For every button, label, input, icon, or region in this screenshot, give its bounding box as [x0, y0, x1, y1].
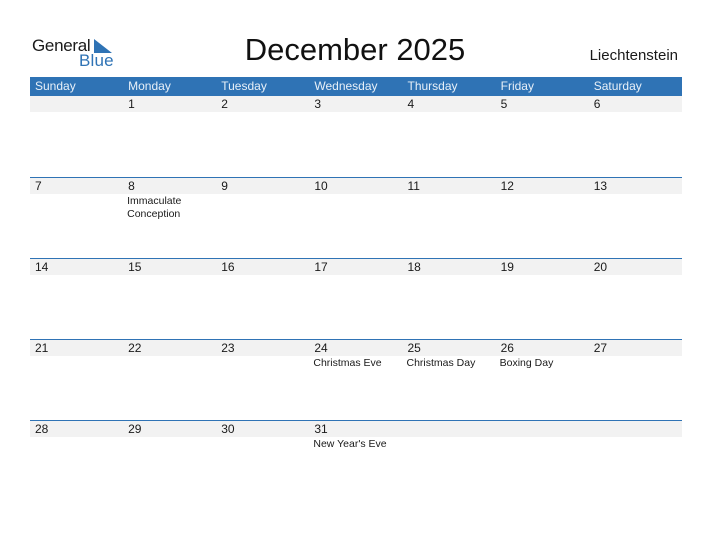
- day-number: [496, 421, 589, 437]
- day-number: 21: [35, 341, 49, 355]
- holiday-label: [403, 194, 496, 221]
- holiday-label: [123, 356, 216, 370]
- weekday-sunday: Sunday: [35, 79, 76, 93]
- day-number: 23: [221, 341, 235, 355]
- day-number: 30: [221, 422, 235, 436]
- day-number: 14: [35, 260, 49, 274]
- country-label: Liechtenstein: [589, 47, 678, 64]
- day-number: 25: [407, 341, 421, 355]
- holiday-label: [30, 112, 123, 113]
- weekday-friday: Friday: [500, 79, 534, 93]
- holiday-label: [216, 437, 309, 451]
- holiday-label: [589, 275, 682, 276]
- holiday-label: Christmas Eve: [313, 357, 382, 369]
- day-number: 7: [35, 179, 42, 193]
- week-row: 21 22 23 24 25 26 27 Christmas Eve Christmas Day…: [30, 339, 682, 420]
- day-number: 2: [221, 97, 228, 111]
- date-strip: 1 2 3 4 5 6: [30, 96, 682, 112]
- day-number: [30, 96, 123, 112]
- holiday-label: Immaculate Conception: [127, 195, 182, 220]
- day-number: 26: [500, 341, 514, 355]
- event-strip: New Year's Eve: [30, 437, 682, 451]
- holiday-label: [496, 437, 589, 451]
- weekday-saturday: Saturday: [593, 79, 642, 93]
- day-number: 15: [128, 260, 142, 274]
- holiday-label: [30, 437, 123, 451]
- date-strip: 21 22 23 24 25 26 27: [30, 340, 682, 356]
- date-strip: 14 15 16 17 18 19 20: [30, 259, 682, 275]
- day-number: 28: [35, 422, 49, 436]
- holiday-label: [216, 356, 309, 370]
- date-strip: 7 8 9 10 11 12 13: [30, 178, 682, 194]
- weeks-container: 1 2 3 4 5 6 7 8 9 10 11 12 13 Immaculate Conception 14…: [30, 96, 682, 501]
- day-number: 29: [128, 422, 142, 436]
- holiday-label: Christmas Day: [406, 357, 476, 369]
- event-strip: Immaculate Conception: [30, 194, 682, 221]
- holiday-label: [496, 275, 589, 276]
- holiday-label: [30, 275, 123, 276]
- holiday-label: [403, 275, 496, 276]
- holiday-label: Boxing Day: [499, 357, 554, 369]
- day-number: 13: [593, 179, 608, 193]
- holiday-label: [216, 112, 309, 113]
- holiday-label: [496, 112, 589, 113]
- holiday-label: [589, 194, 682, 221]
- day-number: 19: [500, 260, 514, 274]
- day-number: 24: [314, 341, 328, 355]
- week-row: 14 15 16 17 18 19 20: [30, 258, 682, 339]
- holiday-label: [403, 437, 496, 451]
- holiday-label: [589, 112, 682, 113]
- month-year: December 2025: [244, 32, 466, 67]
- day-number: [403, 421, 496, 437]
- weekday-monday: Monday: [128, 79, 171, 93]
- calendar-grid: Sunday Monday Tuesday Wednesday Thursday…: [30, 77, 682, 501]
- holiday-label: [30, 356, 123, 370]
- day-number: 20: [593, 260, 608, 274]
- holiday-label: [309, 194, 402, 221]
- day-number: 27: [593, 341, 608, 355]
- weekday-tuesday: Tuesday: [221, 79, 267, 93]
- weekday-header: Sunday Monday Tuesday Wednesday Thursday…: [30, 77, 682, 96]
- day-number: 12: [500, 179, 514, 193]
- day-number: 9: [221, 179, 228, 193]
- event-strip: [30, 275, 682, 276]
- holiday-label: [309, 275, 402, 276]
- holiday-label: New Year's Eve: [313, 438, 387, 450]
- week-row: 1 2 3 4 5 6: [30, 96, 682, 177]
- day-number: 8: [128, 179, 135, 193]
- holiday-label: [216, 275, 309, 276]
- holiday-label: [589, 356, 682, 370]
- weekday-thursday: Thursday: [407, 79, 458, 93]
- date-strip: 28 29 30 31: [30, 421, 682, 437]
- day-number: 11: [407, 179, 420, 193]
- day-number: 10: [314, 179, 328, 193]
- day-number: 16: [221, 260, 235, 274]
- day-number: 17: [314, 260, 328, 274]
- day-number: 18: [407, 260, 421, 274]
- event-strip: [30, 112, 682, 113]
- holiday-label: [589, 437, 682, 451]
- day-number: 6: [593, 97, 601, 111]
- weekday-wednesday: Wednesday: [314, 79, 378, 93]
- day-number: 5: [500, 97, 508, 111]
- day-number: 1: [128, 97, 135, 111]
- event-strip: Christmas Eve Christmas Day Boxing Day: [30, 356, 682, 370]
- day-number: 4: [407, 97, 415, 111]
- week-row: 7 8 9 10 11 12 13 Immaculate Conception: [30, 177, 682, 258]
- holiday-label: [403, 112, 496, 113]
- holiday-label: [216, 194, 309, 221]
- holiday-label: [123, 437, 216, 451]
- holiday-label: [496, 194, 589, 221]
- holiday-label: [309, 112, 402, 113]
- day-number: 31: [314, 422, 328, 436]
- week-row: 28 29 30 31 New Year's Eve: [30, 420, 682, 501]
- day-number: [589, 421, 682, 437]
- holiday-label: [123, 275, 216, 276]
- day-number: 3: [314, 97, 322, 111]
- holiday-label: [30, 194, 123, 221]
- day-number: 22: [128, 341, 142, 355]
- holiday-label: [123, 112, 216, 113]
